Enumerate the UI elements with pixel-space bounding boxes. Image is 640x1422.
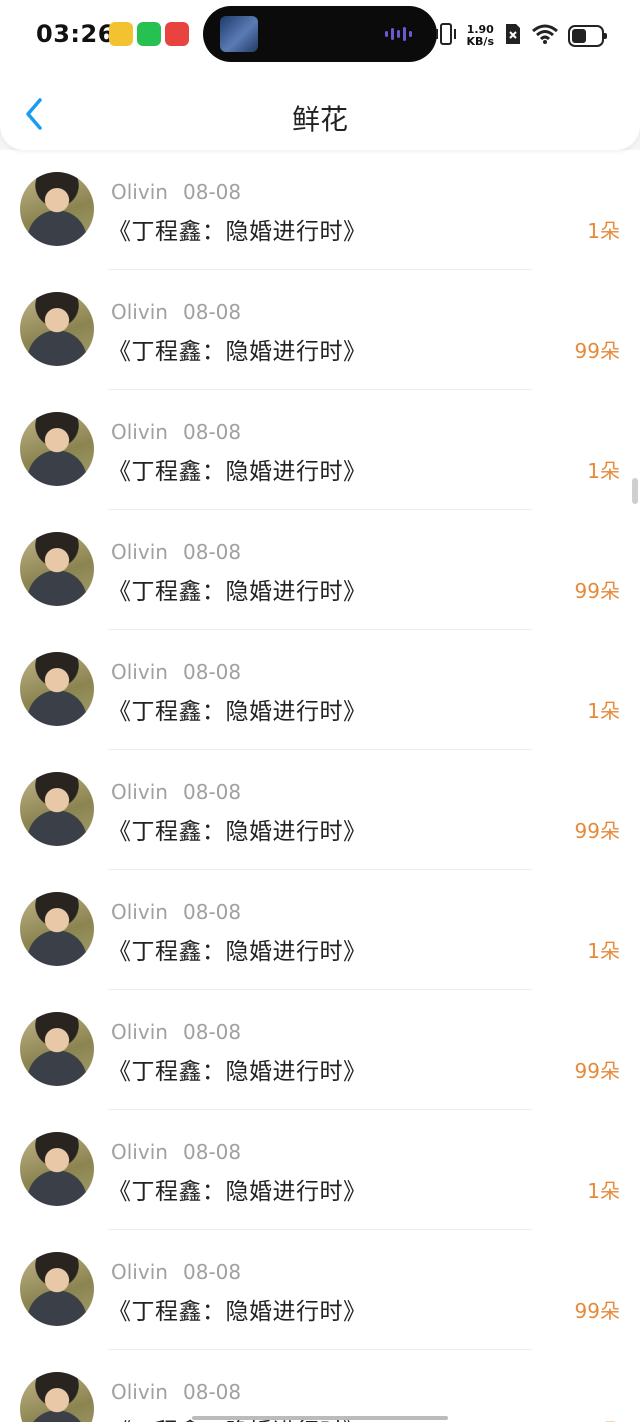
notification-app-icon-2 (165, 22, 189, 46)
gift-date: 08-08 (183, 900, 242, 924)
list-item[interactable]: Olivin 08-08 《丁程鑫：隐婚进行时》 1朵 (0, 870, 640, 990)
book-title: 《丁程鑫：隐婚进行时》 (108, 1179, 367, 1205)
flower-amount: 1朵 (587, 459, 620, 483)
gift-date: 08-08 (183, 540, 242, 564)
album-art-icon (220, 16, 258, 52)
avatar[interactable] (20, 532, 94, 606)
audio-wave-icon (385, 27, 421, 41)
user-name: Olivin (111, 300, 168, 324)
flower-amount: 99朵 (574, 819, 620, 843)
user-name: Olivin (111, 420, 168, 444)
list-item[interactable]: Olivin 08-08 《丁程鑫：隐婚进行时》 1朵 (0, 390, 640, 510)
user-name: Olivin (111, 660, 168, 684)
gift-date: 08-08 (183, 180, 242, 204)
user-name: Olivin (111, 540, 168, 564)
book-title: 《丁程鑫：隐婚进行时》 (108, 219, 367, 245)
avatar[interactable] (20, 292, 94, 366)
avatar[interactable] (20, 172, 94, 246)
user-name: Olivin (111, 180, 168, 204)
list-item[interactable]: Olivin 08-08 《丁程鑫：隐婚进行时》 1朵 (0, 1110, 640, 1230)
book-title: 《丁程鑫：隐婚进行时》 (108, 339, 367, 365)
wifi-icon (532, 24, 558, 48)
user-name: Olivin (111, 1380, 168, 1404)
net-speed-unit: KB/s (466, 35, 494, 48)
flower-amount: 1朵 (587, 699, 620, 723)
list-item[interactable]: Olivin 08-08 《丁程鑫：隐婚进行时》 99朵 (0, 990, 640, 1110)
top-card: 03:26 1.90 KB/s 鲜花 (0, 0, 640, 150)
flower-amount: 1朵 (587, 219, 620, 243)
flower-list: Olivin 08-08 《丁程鑫：隐婚进行时》 1朵 Olivin 08-08 《丁程鑫：… (0, 150, 640, 1422)
battery-tip (604, 33, 607, 39)
book-title: 《丁程鑫：隐婚进行时》 (108, 699, 367, 725)
avatar[interactable] (20, 892, 94, 966)
dynamic-island[interactable] (203, 6, 437, 62)
user-name: Olivin (111, 1260, 168, 1284)
flower-amount: 1朵 (587, 939, 620, 963)
navigation-bar: 鲜花 (0, 84, 640, 146)
gift-date: 08-08 (183, 1380, 242, 1404)
flower-amount: 99朵 (574, 1059, 620, 1083)
book-title: 《丁程鑫：隐婚进行时》 (108, 1299, 367, 1325)
user-name: Olivin (111, 1140, 168, 1164)
user-name: Olivin (111, 1020, 168, 1044)
avatar[interactable] (20, 412, 94, 486)
book-title: 《丁程鑫：隐婚进行时》 (108, 939, 367, 965)
avatar[interactable] (20, 1012, 94, 1086)
gift-date: 08-08 (183, 1260, 242, 1284)
list-item[interactable]: Olivin 08-08 《丁程鑫：隐婚进行时》 99朵 (0, 1230, 640, 1350)
gift-date: 08-08 (183, 660, 242, 684)
book-title: 《丁程鑫：隐婚进行时》 (108, 459, 367, 485)
page-title: 鲜花 (291, 103, 348, 136)
book-title: 《丁程鑫：隐婚进行时》 (108, 579, 367, 605)
list-item[interactable]: Olivin 08-08 《丁程鑫：隐婚进行时》 99朵 (0, 750, 640, 870)
flower-amount: 99朵 (574, 1299, 620, 1323)
notification-app-icon (109, 22, 133, 46)
wechat-icon (137, 22, 161, 46)
no-sim-icon (504, 22, 522, 50)
status-bar: 03:26 1.90 KB/s (0, 0, 640, 70)
avatar[interactable] (20, 1372, 94, 1422)
list-item[interactable]: Olivin 08-08 《丁程鑫：隐婚进行时》 99朵 (0, 510, 640, 630)
list-item[interactable]: Olivin 08-08 《丁程鑫：隐婚进行时》 1朵 (0, 630, 640, 750)
flower-amount: 99朵 (574, 339, 620, 363)
battery-icon (568, 25, 607, 47)
avatar[interactable] (20, 1252, 94, 1326)
status-indicators: 1.90 KB/s (435, 20, 607, 52)
flower-amount: 1朵 (587, 1415, 620, 1422)
vibrate-icon (435, 22, 457, 50)
scrollbar-thumb[interactable] (632, 478, 638, 504)
gift-date: 08-08 (183, 1020, 242, 1044)
list-item[interactable]: Olivin 08-08 《丁程鑫：隐婚进行时》 1朵 (0, 150, 640, 270)
flower-amount: 99朵 (574, 579, 620, 603)
battery-level (572, 29, 586, 43)
status-time: 03:26 (36, 20, 115, 48)
gift-date: 08-08 (183, 300, 242, 324)
user-name: Olivin (111, 900, 168, 924)
gift-date: 08-08 (183, 780, 242, 804)
list-item[interactable]: Olivin 08-08 《丁程鑫：隐婚进行时》 99朵 (0, 270, 640, 390)
avatar[interactable] (20, 772, 94, 846)
list-item[interactable]: Olivin08-08《丁程鑫：隐婚进行时》1朵 (0, 1350, 640, 1422)
home-indicator[interactable] (192, 1416, 448, 1420)
gift-date: 08-08 (183, 420, 242, 444)
book-title: 《丁程鑫：隐婚进行时》 (108, 1059, 367, 1085)
book-title: 《丁程鑫：隐婚进行时》 (108, 819, 367, 845)
flower-amount: 1朵 (587, 1179, 620, 1203)
net-speed: 1.90 KB/s (467, 24, 494, 48)
user-name: Olivin (111, 780, 168, 804)
gift-date: 08-08 (183, 1140, 242, 1164)
avatar[interactable] (20, 1132, 94, 1206)
avatar[interactable] (20, 652, 94, 726)
